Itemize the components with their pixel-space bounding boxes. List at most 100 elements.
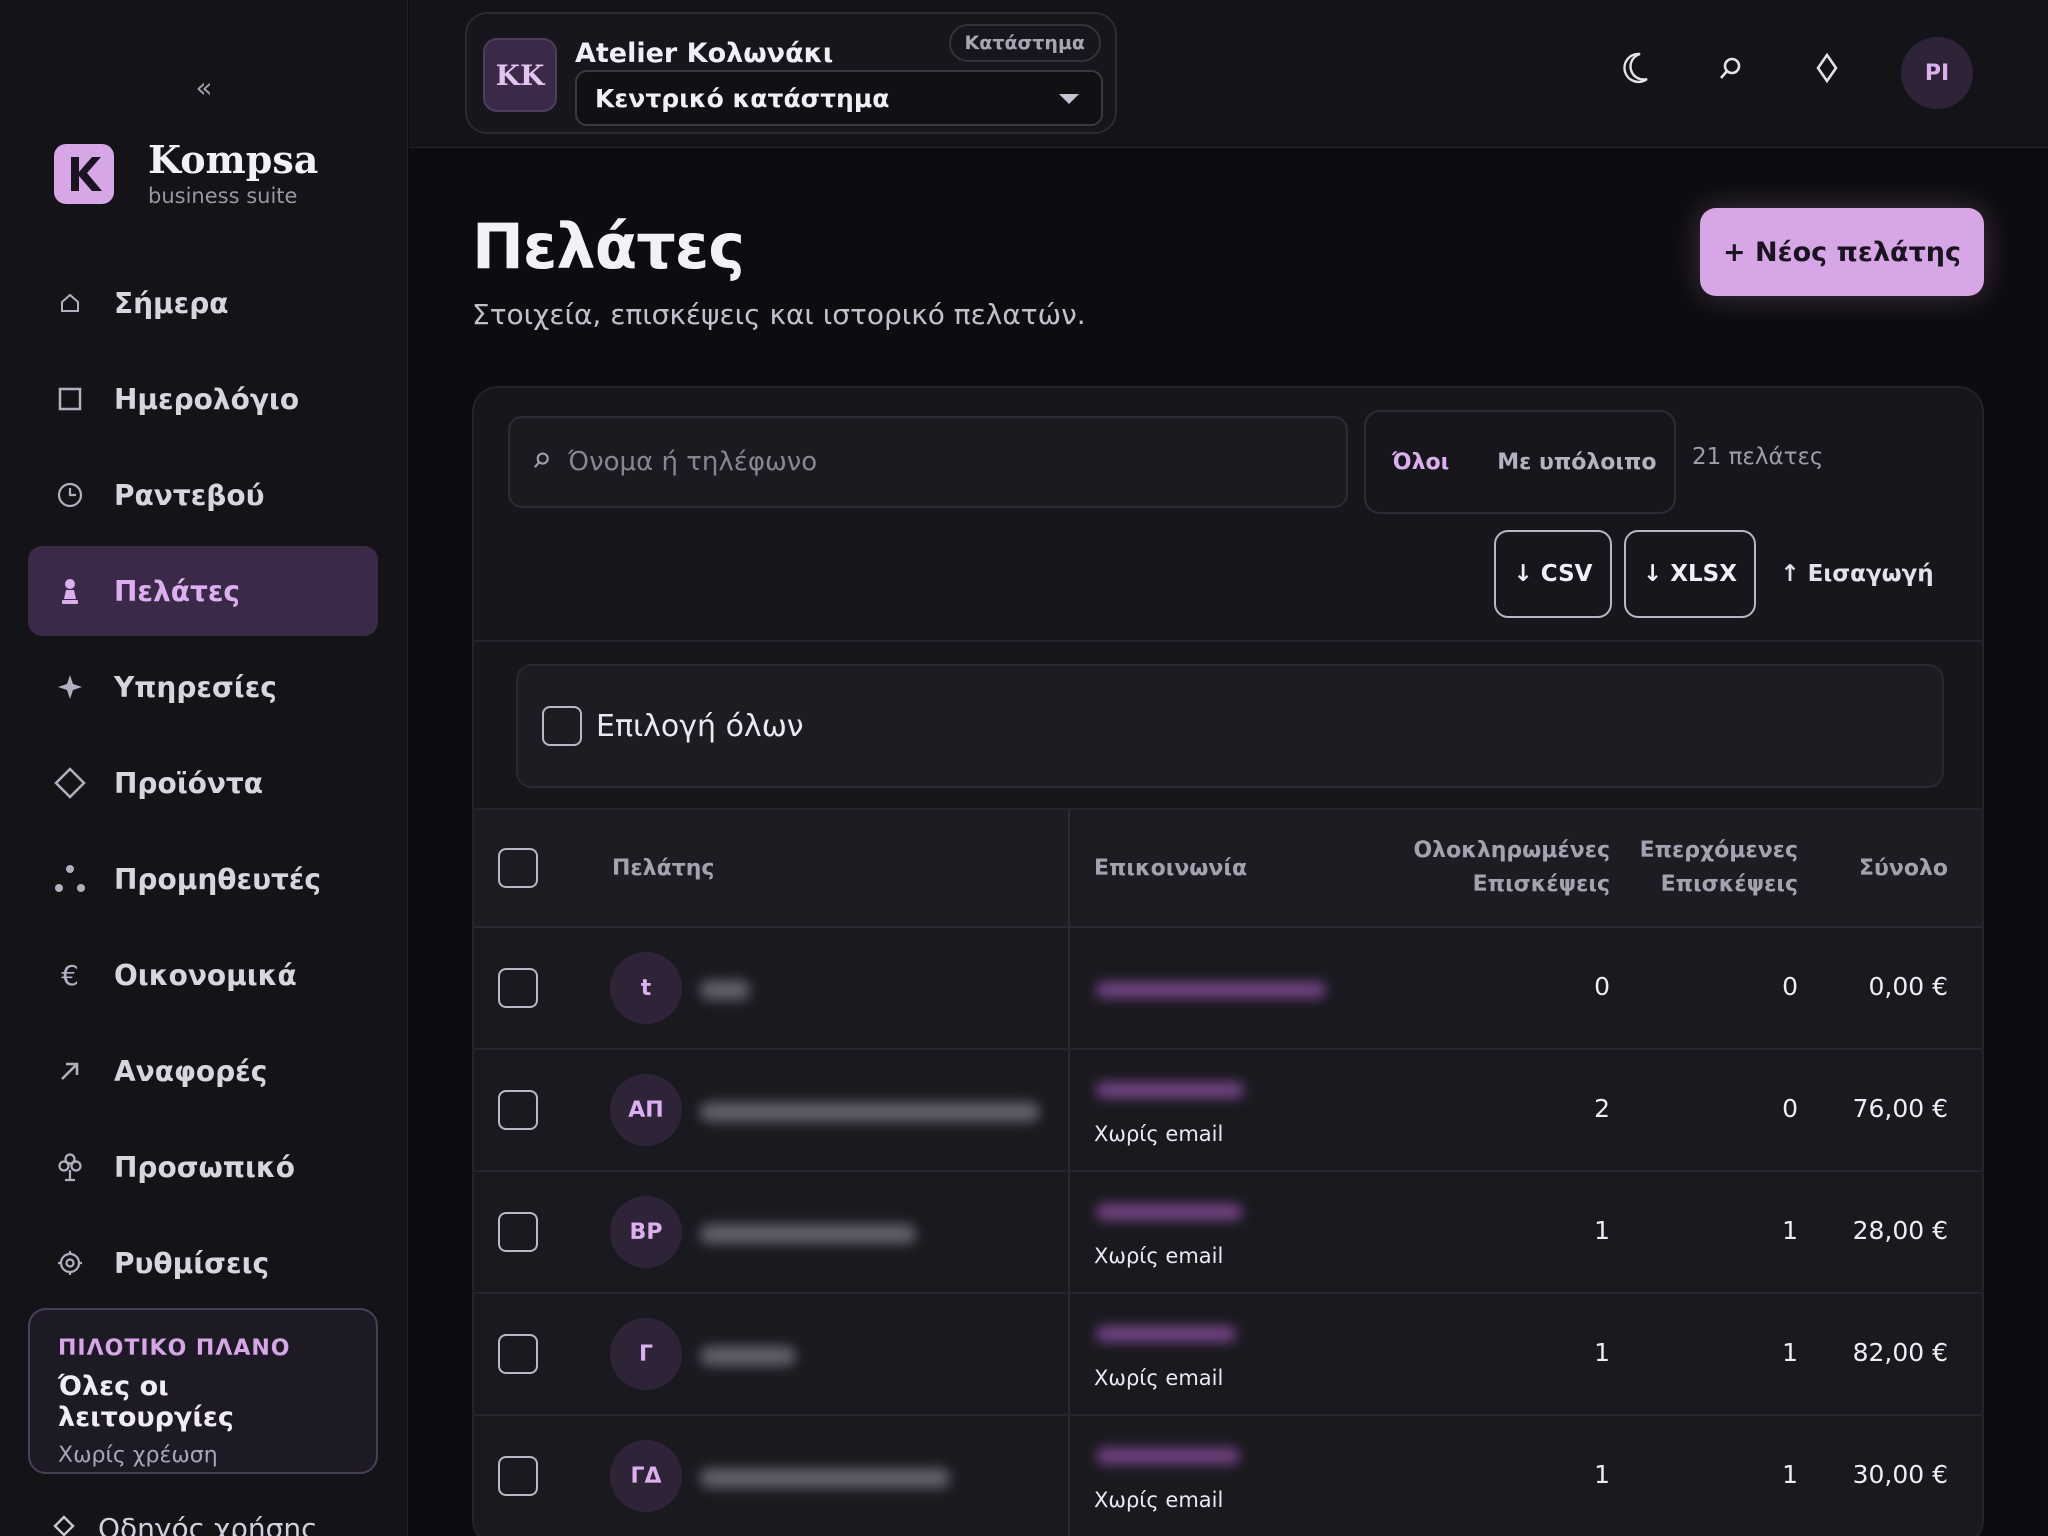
- sidebar-item-label: Αναφορές: [114, 1054, 268, 1088]
- header-upcoming-line1: Επερχόμενες: [1639, 838, 1798, 863]
- upcoming-visits: 0: [1782, 1094, 1798, 1123]
- import-button[interactable]: ↑ Εισαγωγή: [1774, 530, 1940, 618]
- sidebar-item-label: Ραντεβού: [114, 478, 265, 512]
- completed-visits: 1: [1594, 1338, 1610, 1367]
- diamond-icon: [52, 765, 88, 801]
- header-contact[interactable]: Επικοινωνία: [1094, 852, 1247, 886]
- sidebar-nav: Σήμερα Ημερολόγιο Ραντεβού Πελάτες Υπηρε…: [28, 258, 378, 1314]
- page-subtitle: Στοιχεία, επισκέψεις και ιστορικό πελατώ…: [472, 298, 1086, 331]
- store-badge: Κατάστημα: [948, 24, 1101, 62]
- plan-eyebrow: ΠΙΛΟΤΙΚΟ ΠΛΑΝΟ: [58, 1336, 291, 1361]
- brand-subtitle: business suite: [148, 184, 298, 208]
- help-guide-label: Οδηγός χρήσης: [98, 1512, 318, 1536]
- header-client[interactable]: Πελάτης: [612, 852, 714, 886]
- help-guide-link[interactable]: Οδηγός χρήσης: [52, 1512, 318, 1536]
- table-row[interactable]: ΒΡ Χωρίς email 1 1 28,00 €: [474, 1172, 1982, 1294]
- sidebar-item-settings[interactable]: Ρυθμίσεις: [28, 1218, 378, 1308]
- sidebar-item-label: Προϊόντα: [114, 766, 264, 800]
- client-total: 0,00 €: [1868, 972, 1948, 1001]
- header-checkbox[interactable]: [498, 848, 538, 888]
- brand-name: Kompsa: [148, 137, 319, 182]
- row-checkbox[interactable]: [498, 1456, 538, 1496]
- diamond-icon: [52, 1512, 76, 1536]
- table-row[interactable]: Γ Χωρίς email 1 1 82,00 €: [474, 1294, 1982, 1416]
- upcoming-visits: 0: [1782, 972, 1798, 1001]
- moon-icon: [1620, 51, 1650, 89]
- client-email-note: Χωρίς email: [1094, 1366, 1224, 1390]
- upcoming-visits: 1: [1782, 1460, 1798, 1489]
- filter-all-button[interactable]: Όλοι: [1392, 450, 1449, 475]
- search-button[interactable]: [1711, 50, 1751, 90]
- select-all-bar[interactable]: Επιλογή όλων: [516, 664, 1944, 788]
- plan-subtitle: Χωρίς χρέωση: [58, 1443, 218, 1468]
- client-avatar: t: [610, 952, 682, 1024]
- sidebar-item-label: Προμηθευτές: [114, 862, 322, 896]
- clock-icon: [52, 477, 88, 513]
- sidebar-item-label: Πελάτες: [114, 574, 241, 608]
- client-email-note: Χωρίς email: [1094, 1122, 1224, 1146]
- sidebar-item-calendar[interactable]: Ημερολόγιο: [28, 354, 378, 444]
- sidebar-item-today[interactable]: Σήμερα: [28, 258, 378, 348]
- client-total: 82,00 €: [1852, 1338, 1948, 1367]
- premium-button[interactable]: [1807, 50, 1847, 90]
- user-avatar[interactable]: PI: [1901, 37, 1973, 109]
- client-avatar: ΑΠ: [610, 1074, 682, 1146]
- plan-title: Όλες οι λειτουργίες: [58, 1371, 234, 1433]
- header-completed[interactable]: Ολοκληρωμένες Επισκέψεις: [1413, 834, 1610, 902]
- sidebar-item-label: Ρυθμίσεις: [114, 1246, 270, 1280]
- client-total: 30,00 €: [1852, 1460, 1948, 1489]
- export-xlsx-button[interactable]: ↓ XLSX: [1624, 530, 1756, 618]
- search-field[interactable]: [508, 416, 1348, 508]
- page-title: Πελάτες: [472, 210, 745, 283]
- table-row[interactable]: ΓΔ Χωρίς email 1 1 30,00 €: [474, 1416, 1982, 1536]
- store-avatar: KK: [483, 38, 557, 112]
- sidebar-item-products[interactable]: Προϊόντα: [28, 738, 378, 828]
- client-contact-redacted: [1096, 982, 1326, 998]
- location-select[interactable]: Κεντρικό κατάστημα: [575, 70, 1103, 126]
- export-csv-button[interactable]: ↓ CSV: [1494, 530, 1612, 618]
- chevron-down-icon: [1059, 94, 1079, 104]
- table-row[interactable]: t 0 0 0,00 €: [474, 928, 1982, 1050]
- sidebar-item-label: Οικονομικά: [114, 958, 297, 992]
- row-checkbox[interactable]: [498, 1090, 538, 1130]
- completed-visits: 1: [1594, 1460, 1610, 1489]
- sidebar-item-suppliers[interactable]: Προμηθευτές: [28, 834, 378, 924]
- client-contact-redacted: [1096, 1448, 1240, 1464]
- client-name-redacted: [700, 1102, 1040, 1122]
- client-name-redacted: [700, 980, 750, 1000]
- select-all-label: Επιλογή όλων: [596, 708, 804, 744]
- sidebar-item-clients[interactable]: Πελάτες: [28, 546, 378, 636]
- client-total: 76,00 €: [1852, 1094, 1948, 1123]
- clients-panel: Όλοι Με υπόλοιπο 21 πελάτες ↓ CSV ↓ XLSX…: [472, 386, 1984, 1536]
- filter-toggle-group: Όλοι Με υπόλοιπο: [1364, 410, 1676, 514]
- header-completed-line2: Επισκέψεις: [1472, 872, 1610, 897]
- completed-visits: 1: [1594, 1216, 1610, 1245]
- client-contact-redacted: [1096, 1326, 1236, 1342]
- gear-icon: [52, 1245, 88, 1281]
- header-total[interactable]: Σύνολο: [1859, 852, 1948, 886]
- table-row[interactable]: ΑΠ Χωρίς email 2 0 76,00 €: [474, 1050, 1982, 1172]
- sidebar-item-reports[interactable]: Αναφορές: [28, 1026, 378, 1116]
- search-input[interactable]: [568, 447, 1328, 477]
- sidebar-item-finance[interactable]: € Οικονομικά: [28, 930, 378, 1020]
- store-switcher[interactable]: KK Atelier Κολωνάκι Κατάστημα Κεντρικό κ…: [465, 12, 1117, 134]
- client-avatar: Γ: [610, 1318, 682, 1390]
- row-checkbox[interactable]: [498, 968, 538, 1008]
- header-upcoming[interactable]: Επερχόμενες Επισκέψεις: [1640, 834, 1798, 902]
- plan-card[interactable]: ΠΙΛΟΤΙΚΟ ΠΛΑΝΟ Όλες οι λειτουργίες Χωρίς…: [28, 1308, 378, 1474]
- select-all-checkbox[interactable]: [542, 706, 582, 746]
- sidebar-item-services[interactable]: Υπηρεσίες: [28, 642, 378, 732]
- collapse-sidebar-button[interactable]: «: [190, 68, 218, 108]
- filter-balance-button[interactable]: Με υπόλοιπο: [1497, 450, 1656, 475]
- brand[interactable]: Kompsa business suite: [54, 140, 318, 208]
- theme-toggle-button[interactable]: [1615, 50, 1655, 90]
- sidebar-item-staff[interactable]: Προσωπικό: [28, 1122, 378, 1212]
- client-total: 28,00 €: [1852, 1216, 1948, 1245]
- header-completed-line1: Ολοκληρωμένες: [1413, 838, 1610, 863]
- new-client-button[interactable]: + Νέος πελάτης: [1700, 208, 1984, 296]
- sidebar-item-appointments[interactable]: Ραντεβού: [28, 450, 378, 540]
- upcoming-visits: 1: [1782, 1338, 1798, 1367]
- row-checkbox[interactable]: [498, 1212, 538, 1252]
- sidebar-item-label: Υπηρεσίες: [114, 670, 277, 704]
- row-checkbox[interactable]: [498, 1334, 538, 1374]
